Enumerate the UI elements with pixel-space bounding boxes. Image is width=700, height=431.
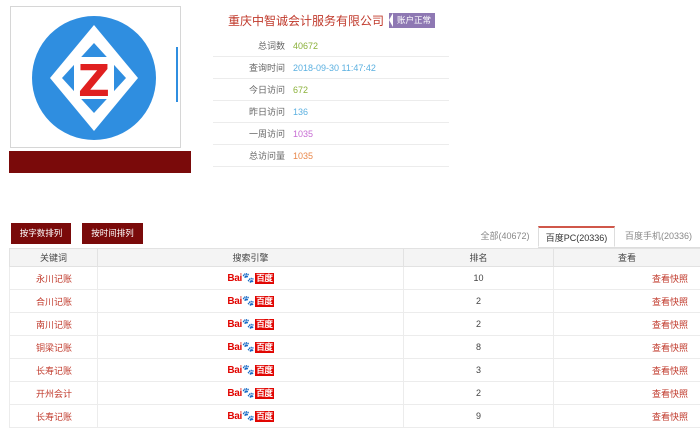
stat-row: 总词数 40672	[213, 35, 449, 57]
rank-cell: 2	[403, 289, 554, 313]
company-logo: Z	[10, 6, 181, 148]
engine-cell: Bai 🐾 百度	[97, 312, 404, 336]
keyword-link[interactable]: 南川记账	[9, 312, 98, 336]
keyword-table: 关键词 搜索引擎 排名 查看 永川记账 Bai 🐾 百度 10 查看快照 合川记账 …	[9, 248, 700, 428]
table-row: 长寿记账 Bai 🐾 百度 9 查看快照	[9, 404, 700, 428]
view-cell: 查看快照	[553, 312, 700, 336]
table-row: 长寿记账 Bai 🐾 百度 3 查看快照	[9, 358, 700, 382]
engine-cell: Bai 🐾 百度	[97, 358, 404, 382]
stat-label: 昨日访问	[248, 107, 285, 117]
baidu-logo-icon: Bai 🐾 百度	[227, 410, 274, 422]
view-snapshot-link[interactable]: 查看快照	[652, 366, 688, 376]
view-cell: 查看快照	[553, 289, 700, 313]
table-row: 合川记账 Bai 🐾 百度 2 查看快照	[9, 289, 700, 313]
stat-row: 查询时间 2018-09-30 11:47:42	[213, 57, 449, 79]
rank-cell: 9	[403, 404, 554, 428]
logo-letter: Z	[78, 56, 110, 107]
stat-value: 2018-09-30 11:47:42	[293, 62, 376, 73]
stat-label: 一周访问	[248, 129, 285, 139]
keyword-link[interactable]: 永川记账	[9, 266, 98, 290]
baidu-logo-icon: Bai 🐾 百度	[227, 272, 274, 284]
sort-by-time-button[interactable]: 按时间排列	[82, 223, 143, 244]
stat-row: 今日访问 672	[213, 79, 449, 101]
view-snapshot-link[interactable]: 查看快照	[652, 297, 688, 307]
view-snapshot-link[interactable]: 查看快照	[652, 412, 688, 422]
rank-cell: 3	[403, 358, 554, 382]
table-row: 开州会计 Bai 🐾 百度 2 查看快照	[9, 381, 700, 405]
table-row: 铜梁记账 Bai 🐾 百度 8 查看快照	[9, 335, 700, 359]
engine-cell: Bai 🐾 百度	[97, 266, 404, 290]
rank-cell: 2	[403, 381, 554, 405]
keyword-link[interactable]: 开州会计	[9, 381, 98, 405]
baidu-logo-icon: Bai 🐾 百度	[227, 387, 274, 399]
rank-cell: 8	[403, 335, 554, 359]
view-snapshot-link[interactable]: 查看快照	[652, 320, 688, 330]
stat-value: 672	[293, 84, 309, 95]
baidu-logo-icon: Bai 🐾 百度	[227, 318, 274, 330]
stat-row: 昨日访问 136	[213, 101, 449, 123]
sort-by-count-button[interactable]: 按字数排列	[11, 223, 71, 244]
company-name: 重庆中智诚会计服务有限公司	[228, 14, 385, 28]
stat-label: 总访问量	[248, 151, 285, 161]
view-snapshot-link[interactable]: 查看快照	[652, 274, 688, 284]
view-cell: 查看快照	[553, 335, 700, 359]
engine-cell: Bai 🐾 百度	[97, 404, 404, 428]
tab-baidu-mobile[interactable]: 百度手机(20336)	[617, 226, 700, 247]
stat-value: 1035	[293, 150, 314, 161]
stat-row: 一周访问 1035	[213, 123, 449, 145]
tab-baidu-pc[interactable]: 百度PC(20336)	[538, 226, 615, 247]
tab-all[interactable]: 全部(40672)	[474, 226, 536, 247]
baidu-logo-icon: Bai 🐾 百度	[227, 295, 274, 307]
zhongzhicheng-logo-icon: Z	[32, 16, 178, 140]
stat-value: 40672	[293, 40, 319, 51]
baidu-logo-icon: Bai 🐾 百度	[227, 364, 274, 376]
view-cell: 查看快照	[553, 404, 700, 428]
keyword-link[interactable]: 合川记账	[9, 289, 98, 313]
engine-cell: Bai 🐾 百度	[97, 289, 404, 313]
keyword-link[interactable]: 长寿记账	[9, 358, 98, 382]
baidu-logo-icon: Bai 🐾 百度	[227, 341, 274, 353]
keyword-link[interactable]: 铜梁记账	[9, 335, 98, 359]
view-cell: 查看快照	[553, 381, 700, 405]
logo-banner	[9, 151, 191, 173]
engine-cell: Bai 🐾 百度	[97, 335, 404, 359]
column-header-engine: 搜索引擎	[97, 248, 404, 267]
column-header-rank: 排名	[403, 248, 554, 267]
rank-cell: 10	[403, 266, 554, 290]
table-header-row: 关键词 搜索引擎 排名 查看	[9, 248, 700, 267]
stat-row: 总访问量 1035	[213, 145, 449, 167]
view-cell: 查看快照	[553, 358, 700, 382]
engine-cell: Bai 🐾 百度	[97, 381, 404, 405]
keyword-link[interactable]: 长寿记账	[9, 404, 98, 428]
table-row: 南川记账 Bai 🐾 百度 2 查看快照	[9, 312, 700, 336]
stat-label: 查询时间	[248, 63, 285, 73]
table-row: 永川记账 Bai 🐾 百度 10 查看快照	[9, 266, 700, 290]
view-cell: 查看快照	[553, 266, 700, 290]
account-status-badge: 账户正常	[389, 13, 436, 28]
column-header-view: 查看	[553, 248, 700, 267]
rank-cell: 2	[403, 312, 554, 336]
stat-label: 总词数	[257, 41, 285, 51]
column-header-keyword: 关键词	[9, 248, 98, 267]
company-header: 重庆中智诚会计服务有限公司 账户正常	[228, 12, 436, 29]
stat-value: 1035	[293, 128, 314, 139]
stat-label: 今日访问	[248, 85, 285, 95]
stats-panel: 总词数 40672 查询时间 2018-09-30 11:47:42 今日访问 …	[213, 35, 449, 167]
view-snapshot-link[interactable]: 查看快照	[652, 343, 688, 353]
stat-value: 136	[293, 106, 309, 117]
view-snapshot-link[interactable]: 查看快照	[652, 389, 688, 399]
